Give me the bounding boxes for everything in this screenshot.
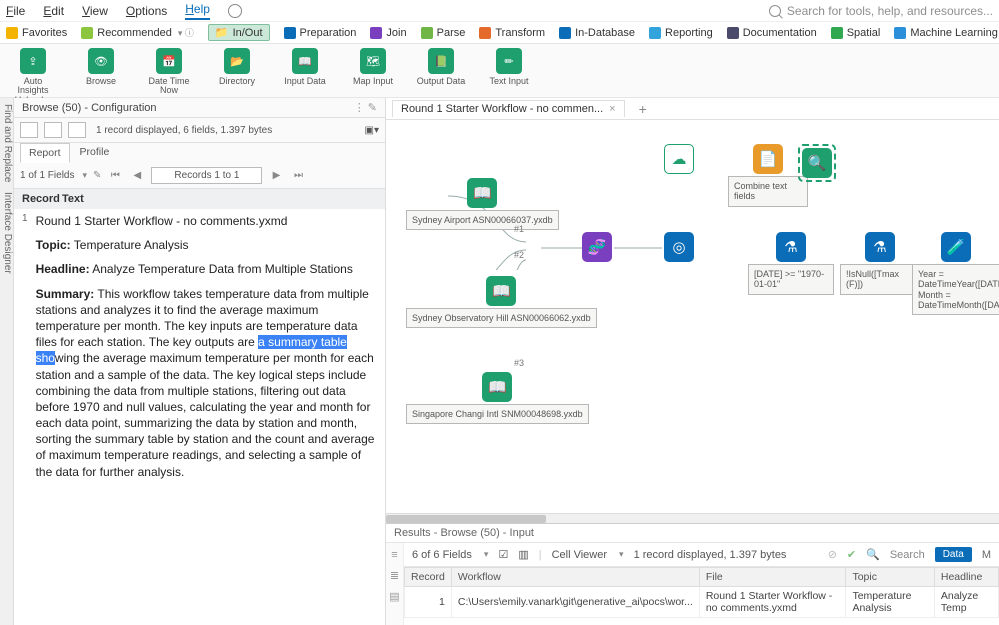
results-panel: Results - Browse (50) - Input ≡ ≣ ▤ 6 of… (386, 523, 999, 625)
canvas-scrollbar-h[interactable] (386, 513, 999, 523)
menu-file[interactable]: File (6, 4, 25, 18)
check-icon[interactable]: ✔ (847, 548, 856, 561)
cat-recommended[interactable]: Recommended▾ ⓘ (81, 26, 194, 39)
cat-favorites[interactable]: Favorites (6, 27, 67, 39)
cancel-icon[interactable]: ⊘ (828, 548, 837, 561)
col-text: Text (62, 193, 84, 205)
cat-ml[interactable]: Machine Learning (894, 27, 997, 39)
close-tab-icon[interactable]: × (609, 103, 615, 115)
col-headline[interactable]: Headline (934, 568, 998, 587)
tool-browse[interactable]: 👁Browse (76, 48, 126, 86)
results-grid[interactable]: Record Workflow File Topic Headline 1 C:… (404, 567, 999, 625)
results-search-label[interactable]: Search (890, 549, 925, 561)
language-icon[interactable] (228, 4, 242, 18)
new-tab-button[interactable]: + (633, 101, 653, 117)
col-topic[interactable]: Topic (846, 568, 934, 587)
node-filter-date[interactable]: ⚗ [DATE] >= "1970-01-01" (748, 232, 834, 295)
menu-view[interactable]: View (82, 4, 108, 18)
tool-outputdata[interactable]: 📗Output Data (416, 48, 466, 86)
col-record[interactable]: Record (405, 568, 452, 587)
config-menu-icon[interactable]: ⋮ ✎ (354, 101, 377, 114)
results-title: Results - Browse (50) - Input (394, 527, 534, 539)
prev-record-button[interactable]: ◀ (129, 169, 145, 183)
search-icon (769, 5, 781, 17)
data-tab-button[interactable]: Data (935, 547, 972, 562)
tool-mapinput[interactable]: 🗺Map Input (348, 48, 398, 86)
cat-reporting[interactable]: Reporting (649, 27, 713, 39)
menu-help[interactable]: Help (185, 2, 210, 20)
node-findreplace[interactable]: 🔍 (798, 144, 836, 182)
tool-category-bar: Favorites Recommended▾ ⓘ 📁In/Out Prepara… (0, 22, 999, 44)
col-workflow[interactable]: Workflow (451, 568, 699, 587)
metadata-tab-button[interactable]: M (982, 549, 991, 561)
search-bar[interactable]: Search for tools, help, and resources... (769, 4, 993, 18)
tool-textinput[interactable]: ✏Text Input (484, 48, 534, 86)
tool-palette: ⇪Auto Insights Uploader 👁Browse 📅Date Ti… (0, 44, 999, 98)
cat-indatabase[interactable]: In-Database (559, 27, 635, 39)
node-ai[interactable]: ☁ (664, 144, 694, 174)
records-range: Records 1 to 1 (151, 167, 262, 184)
fields-nav[interactable]: 6 of 6 Fields (412, 549, 472, 561)
node-input-singapore[interactable]: 📖 Singapore Changi Intl SNM00048698.yxdb (406, 372, 589, 424)
node-formula[interactable]: 🧪 Year = DateTimeYear([DATE]) Month = Da… (912, 232, 999, 315)
tab-profile[interactable]: Profile (72, 143, 118, 163)
menu-edit[interactable]: Edit (43, 4, 64, 18)
settings-icon[interactable]: ▥ (518, 548, 528, 561)
tool-inputdata[interactable]: 📖Input Data (280, 48, 330, 86)
tool-directory[interactable]: 📂Directory (212, 48, 262, 86)
tool-datetimenow[interactable]: 📅Date Time Now (144, 48, 194, 96)
config-panel: Browse (50) - Configuration ⋮ ✎ 1 record… (14, 98, 386, 625)
field-nav-label: 1 of 1 Fields (20, 170, 74, 181)
results-files-icon[interactable]: ▤ (389, 590, 399, 603)
first-record-button[interactable]: ⏮ (107, 169, 123, 183)
cat-join[interactable]: Join (370, 27, 406, 39)
cell-viewer-label[interactable]: Cell Viewer (552, 549, 607, 561)
cat-documentation[interactable]: Documentation (727, 27, 817, 39)
cat-spatial[interactable]: Spatial (831, 27, 881, 39)
workflow-tab[interactable]: Round 1 Starter Workflow - no commen... … (392, 100, 625, 117)
search-placeholder: Search for tools, help, and resources... (787, 4, 993, 18)
table-row[interactable]: 1 C:\Users\emily.vanark\git\generative_a… (405, 587, 999, 618)
node-select[interactable]: ◎ (664, 232, 694, 262)
tool-autoinsights[interactable]: ⇪Auto Insights Uploader (8, 48, 58, 105)
panel-interface-designer[interactable]: Interface Designer (0, 192, 13, 274)
panel-find-replace[interactable]: Find and Replace (0, 104, 13, 182)
node-input-sydney-airport[interactable]: 📖 Sydney Airport ASN00066037.yxdb (406, 178, 559, 230)
anchor-1: #1 (514, 224, 524, 234)
cat-transform[interactable]: Transform (479, 27, 545, 39)
row-number: 1 (22, 213, 28, 621)
col-file[interactable]: File (699, 568, 846, 587)
node-filter-null[interactable]: ⚗ !IsNull([Tmax (F)]) (840, 232, 920, 295)
anchor-3: #3 (514, 358, 524, 368)
workflow-canvas[interactable]: 📖 Sydney Airport ASN00066037.yxdb 📖 Sydn… (386, 120, 999, 523)
results-search-icon[interactable]: 🔍 (866, 548, 880, 561)
menu-options[interactable]: Options (126, 4, 167, 18)
collapse-icon[interactable]: ▣▾ (365, 125, 379, 136)
cat-inout[interactable]: 📁In/Out (208, 24, 270, 41)
results-menu-icon[interactable]: ≡ (391, 549, 397, 561)
view-single-icon[interactable] (20, 122, 38, 138)
results-record-summary: 1 record displayed, 1.397 bytes (634, 549, 787, 561)
results-messages-icon[interactable]: ≣ (390, 569, 399, 582)
records-summary: 1 record displayed, 6 fields, 1.397 byte… (96, 125, 272, 136)
node-input-sydney-obs[interactable]: 📖 Sydney Observatory Hill ASN00066062.yx… (406, 276, 597, 328)
cat-parse[interactable]: Parse (421, 27, 466, 39)
side-strip: Find and Replace Interface Designer (0, 98, 14, 625)
col-record: Record (22, 193, 62, 205)
last-record-button[interactable]: ⏭ (290, 169, 306, 183)
record-filename: Round 1 Starter Workflow - no comments.y… (36, 213, 377, 229)
anchor-2: #2 (514, 250, 524, 260)
cat-preparation[interactable]: Preparation (284, 27, 357, 39)
tab-report[interactable]: Report (20, 143, 70, 163)
node-union[interactable]: 🧬 (582, 232, 612, 262)
view-grid-icon[interactable] (68, 122, 86, 138)
view-split-icon[interactable] (44, 122, 62, 138)
next-record-button[interactable]: ▶ (268, 169, 284, 183)
menu-bar: File Edit View Options Help Search for t… (0, 0, 999, 22)
config-title: Browse (50) - Configuration (22, 102, 157, 114)
record-content: Round 1 Starter Workflow - no comments.y… (36, 213, 377, 621)
checkbox-icon[interactable]: ☑ (498, 548, 508, 561)
node-textcombine[interactable]: 📄 Combine text fields (728, 144, 808, 207)
